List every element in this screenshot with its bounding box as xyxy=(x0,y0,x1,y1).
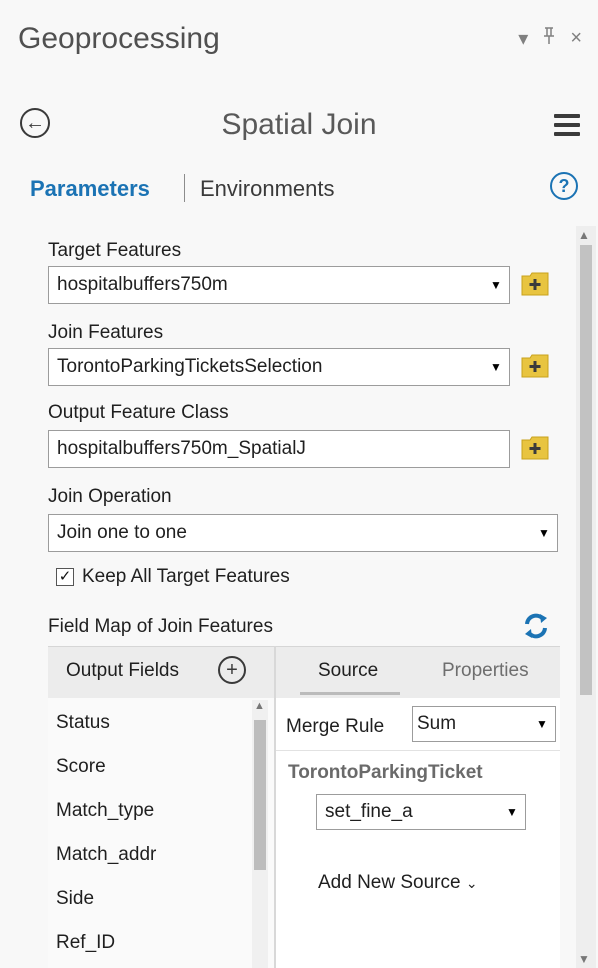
scroll-down-icon[interactable]: ▼ xyxy=(578,952,590,966)
add-new-source-label: Add New Source xyxy=(318,872,461,893)
target-features-label: Target Features xyxy=(48,240,182,261)
list-item[interactable]: Match_type xyxy=(56,800,154,822)
pane-options-icon[interactable]: ▾ xyxy=(518,26,528,51)
pin-icon[interactable] xyxy=(542,26,556,51)
chevron-down-icon: ▼ xyxy=(490,360,502,374)
target-features-value: hospitalbuffers750m xyxy=(57,274,228,295)
tool-title: Spatial Join xyxy=(221,108,377,141)
chevron-down-icon: ▼ xyxy=(506,805,518,819)
browse-folder-icon[interactable] xyxy=(520,270,550,298)
parameters-scroll-thumb[interactable] xyxy=(580,245,592,695)
merge-rule-divider xyxy=(276,750,560,751)
join-operation-value: Join one to one xyxy=(57,522,187,543)
menu-icon[interactable] xyxy=(554,114,580,141)
list-item[interactable]: Match_addr xyxy=(56,844,156,866)
source-field-value: set_fine_a xyxy=(325,801,413,822)
chevron-down-icon: ▼ xyxy=(490,278,502,292)
refresh-icon[interactable] xyxy=(522,612,550,645)
keep-all-target-features-checkbox[interactable]: ✓ xyxy=(56,568,74,586)
tab-properties[interactable]: Properties xyxy=(442,660,529,682)
field-map-label: Field Map of Join Features xyxy=(48,616,273,637)
tab-source[interactable]: Source xyxy=(318,660,378,682)
tab-parameters[interactable]: Parameters xyxy=(30,176,150,202)
output-fields-list xyxy=(48,698,274,968)
chevron-down-icon: ▼ xyxy=(536,717,548,731)
browse-folder-icon[interactable] xyxy=(520,434,550,462)
target-features-dropdown[interactable]: hospitalbuffers750m ▼ xyxy=(48,266,510,304)
chevron-down-icon: ▼ xyxy=(538,526,550,540)
join-operation-label: Join Operation xyxy=(48,486,172,507)
merge-rule-value: Sum xyxy=(417,713,457,734)
list-item[interactable]: Score xyxy=(56,756,106,778)
output-feature-class-value: hospitalbuffers750m_SpatialJ xyxy=(57,438,306,459)
source-field-dropdown[interactable]: set_fine_a ▼ xyxy=(316,794,526,830)
browse-folder-icon[interactable] xyxy=(520,352,550,380)
tab-separator xyxy=(184,174,185,202)
output-feature-class-input[interactable]: hospitalbuffers750m_SpatialJ xyxy=(48,430,510,468)
scroll-up-icon[interactable]: ▲ xyxy=(578,228,590,242)
chevron-down-icon: ⌄ xyxy=(465,875,478,891)
list-item[interactable]: Status xyxy=(56,712,110,734)
source-layer-name: TorontoParkingTicket xyxy=(288,762,483,783)
merge-rule-label: Merge Rule xyxy=(286,716,385,737)
join-features-value: TorontoParkingTicketsSelection xyxy=(57,356,323,377)
pane-title: Geoprocessing xyxy=(18,22,220,55)
join-features-label: Join Features xyxy=(48,322,164,343)
list-item[interactable]: Side xyxy=(56,888,94,910)
keep-all-target-features-label: Keep All Target Features xyxy=(82,566,290,587)
join-operation-dropdown[interactable]: Join one to one ▼ xyxy=(48,514,558,552)
add-field-icon[interactable]: + xyxy=(218,656,246,684)
fields-list-scroll-thumb[interactable] xyxy=(254,720,266,870)
output-feature-class-label: Output Feature Class xyxy=(48,402,229,423)
list-item[interactable]: Ref_ID xyxy=(56,932,115,954)
scroll-up-icon[interactable]: ▲ xyxy=(254,700,265,712)
pane-controls: ▾ × xyxy=(518,26,582,51)
source-tab-indicator xyxy=(300,692,400,695)
close-icon[interactable]: × xyxy=(570,27,582,50)
output-fields-label: Output Fields xyxy=(66,660,179,681)
add-new-source-link[interactable]: Add New Source ⌄ xyxy=(318,872,478,894)
help-icon[interactable]: ? xyxy=(550,172,578,200)
tab-environments[interactable]: Environments xyxy=(200,176,335,202)
join-features-dropdown[interactable]: TorontoParkingTicketsSelection ▼ xyxy=(48,348,510,386)
merge-rule-dropdown[interactable]: Sum ▼ xyxy=(412,706,556,742)
